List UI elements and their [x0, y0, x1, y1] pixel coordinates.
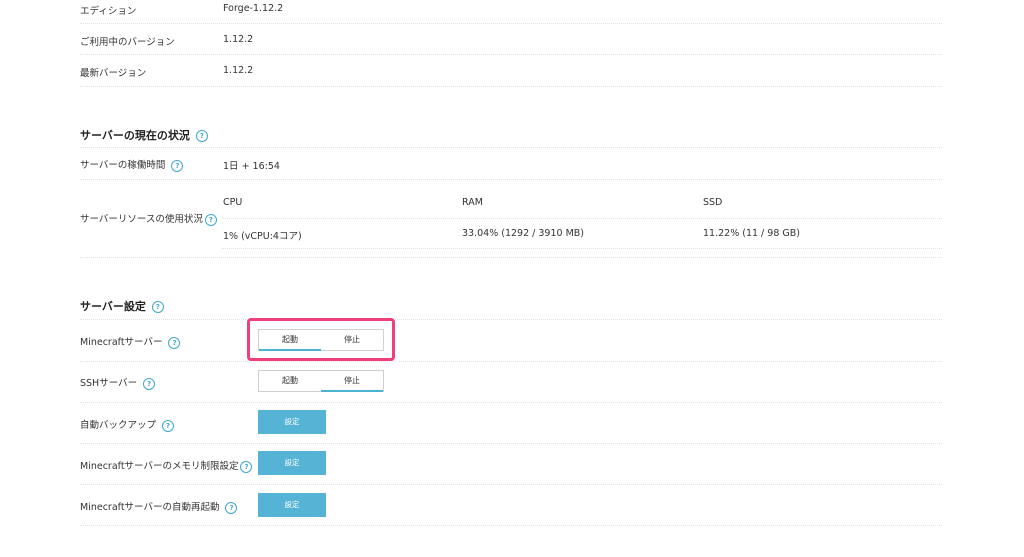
auto-restart-settings-button[interactable]: 設定 — [258, 493, 326, 517]
status-section-title: サーバーの現在の状況? — [80, 127, 208, 143]
divider — [80, 484, 942, 485]
status-title-text: サーバーの現在の状況 — [80, 129, 190, 142]
ssd-value: 11.22% (11 / 98 GB) — [703, 228, 800, 239]
minecraft-server-label: Minecraftサーバー? — [80, 334, 181, 349]
auto-backup-settings-button[interactable]: 設定 — [258, 410, 326, 434]
auto-backup-label: 自動バックアップ? — [80, 417, 175, 432]
ram-header: RAM — [462, 197, 483, 208]
divider — [80, 443, 942, 444]
ram-value: 33.04% (1292 / 3910 MB) — [462, 228, 584, 239]
help-icon[interactable]: ? — [171, 159, 184, 172]
help-icon[interactable]: ? — [168, 336, 181, 349]
minecraft-server-label-text: Minecraftサーバー — [80, 337, 163, 348]
divider — [80, 147, 942, 148]
ssh-start-option[interactable]: 起動 — [259, 371, 321, 391]
divider — [80, 54, 942, 55]
highlight-box — [247, 318, 395, 361]
uptime-value: 1日 + 16:54 — [223, 161, 280, 172]
help-icon[interactable]: ? — [240, 460, 253, 473]
auto-backup-label-text: 自動バックアップ — [80, 420, 157, 431]
ssd-header: SSD — [703, 197, 723, 208]
divider — [80, 86, 942, 87]
uptime-label-text: サーバーの稼働時間 — [80, 160, 166, 171]
ssh-server-label-text: SSHサーバー — [80, 378, 138, 389]
current-version-label: ご利用中のバージョン — [80, 37, 175, 48]
divider — [80, 361, 942, 362]
help-icon[interactable]: ? — [225, 501, 238, 514]
memory-limit-settings-button[interactable]: 設定 — [258, 451, 326, 475]
ssh-server-toggle: 起動 停止 — [258, 370, 384, 392]
help-icon[interactable]: ? — [151, 301, 164, 313]
help-icon[interactable]: ? — [162, 419, 175, 432]
edition-value: Forge-1.12.2 — [223, 3, 284, 14]
divider — [80, 179, 942, 180]
help-icon[interactable]: ? — [143, 377, 156, 390]
help-icon[interactable]: ? — [195, 130, 208, 142]
auto-restart-label-text: Minecraftサーバーの自動再起動 — [80, 502, 220, 513]
latest-version-label: 最新バージョン — [80, 68, 147, 79]
uptime-label: サーバーの稼働時間? — [80, 157, 184, 172]
help-icon[interactable]: ? — [204, 213, 217, 226]
divider — [80, 23, 942, 24]
settings-title-text: サーバー設定 — [80, 300, 146, 313]
resources-label-text: サーバーリソースの使用状況 — [80, 214, 203, 225]
cpu-value: 1% (vCPU:4コア) — [223, 231, 302, 242]
current-version-value: 1.12.2 — [223, 34, 254, 45]
divider — [222, 218, 942, 219]
ssh-server-label: SSHサーバー? — [80, 375, 156, 390]
cpu-header: CPU — [223, 197, 243, 208]
divider — [80, 525, 942, 526]
resources-label: サーバーリソースの使用状況? — [80, 211, 217, 226]
settings-section-title: サーバー設定? — [80, 298, 164, 314]
divider — [80, 257, 942, 258]
ssh-stop-option[interactable]: 停止 — [321, 371, 383, 392]
divider — [222, 248, 942, 249]
memory-limit-label: Minecraftサーバーのメモリ制限設定? — [80, 458, 253, 473]
auto-restart-label: Minecraftサーバーの自動再起動? — [80, 499, 238, 514]
latest-version-value: 1.12.2 — [223, 65, 254, 76]
memory-limit-label-text: Minecraftサーバーのメモリ制限設定 — [80, 461, 239, 472]
divider — [80, 319, 942, 320]
edition-label: エディション — [80, 6, 137, 17]
divider — [80, 402, 942, 403]
